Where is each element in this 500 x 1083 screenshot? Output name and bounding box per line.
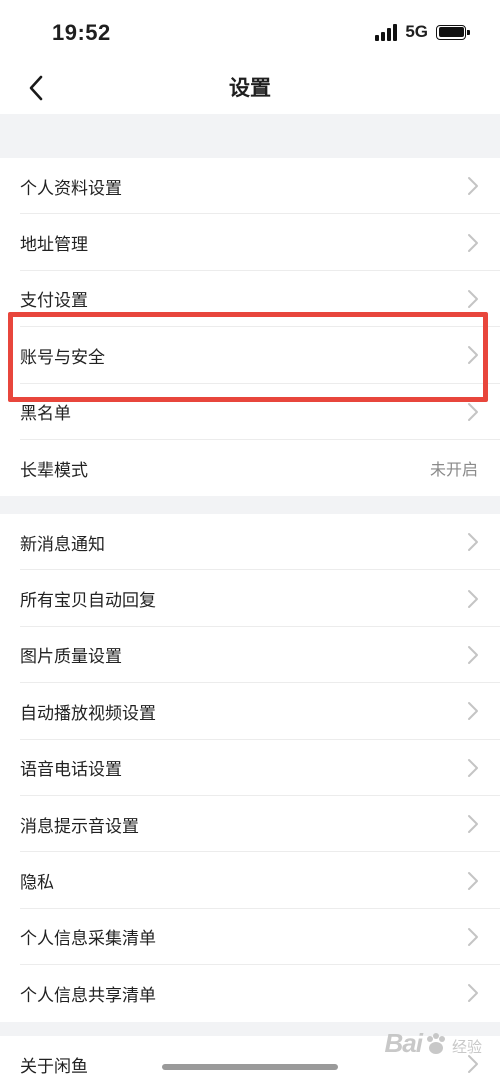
settings-row-label: 消息提示音设置 [20, 816, 139, 837]
chevron-right-icon [468, 177, 478, 196]
network-type: 5G [405, 22, 428, 41]
chevron-right-icon [468, 984, 478, 1003]
settings-row[interactable]: 隐私 [0, 852, 500, 909]
settings-row-label: 地址管理 [20, 235, 88, 256]
chevron-right-icon [468, 927, 478, 946]
settings-row[interactable]: 自动播放视频设置 [0, 683, 500, 740]
status-bar: 19:52 5G [0, 0, 500, 62]
baidu-watermark: Bai 经验 [385, 1028, 482, 1059]
home-indicator[interactable] [162, 1064, 338, 1070]
chevron-right-icon [468, 702, 478, 721]
chevron-right-icon [468, 402, 478, 421]
chevron-right-icon [468, 589, 478, 608]
settings-row-label: 隐私 [20, 873, 54, 894]
settings-row-label: 个人信息采集清单 [20, 929, 156, 950]
signal-icon [375, 23, 398, 41]
settings-row[interactable]: 账号与安全 [0, 327, 500, 384]
settings-row-label: 长辈模式 [20, 460, 88, 481]
settings-row-label: 语音电话设置 [20, 760, 122, 781]
chevron-right-icon [468, 815, 478, 834]
settings-group-account: 个人资料设置 地址管理支付设置账号与安全黑名单长辈模式 未开启 [0, 158, 500, 497]
chevron-right-icon [468, 346, 478, 365]
settings-row-label: 自动播放视频设置 [20, 703, 156, 724]
settings-row[interactable]: 新消息通知 [0, 514, 500, 571]
settings-row[interactable]: 语音电话设置 [0, 740, 500, 796]
status-time: 19:52 [52, 20, 111, 45]
nav-bar: 设置 [0, 62, 500, 114]
chevron-right-icon [468, 289, 478, 308]
settings-row[interactable]: 黑名单 [0, 384, 500, 440]
settings-row[interactable]: 个人资料设置 [0, 158, 500, 215]
settings-row[interactable]: 支付设置 [0, 271, 500, 328]
settings-row[interactable]: 所有宝贝自动回复 [0, 570, 500, 627]
settings-row-label: 所有宝贝自动回复 [20, 591, 156, 612]
chevron-right-icon [468, 533, 478, 552]
settings-row-label: 账号与安全 [20, 347, 105, 368]
settings-row-label: 个人信息共享清单 [20, 985, 156, 1006]
watermark-sub: 经验 [451, 1038, 482, 1056]
page-title: 设置 [229, 76, 271, 100]
settings-row[interactable]: 个人信息共享清单 [0, 965, 500, 1021]
settings-row-label: 图片质量设置 [20, 647, 122, 668]
settings-row-label: 个人资料设置 [20, 178, 122, 199]
settings-row-value: 未开启 [429, 460, 478, 480]
battery-icon [436, 24, 470, 40]
chevron-right-icon [468, 871, 478, 890]
chevron-right-icon [468, 645, 478, 664]
settings-row-label: 关于闲鱼 [20, 1056, 88, 1077]
paw-icon [426, 1032, 445, 1054]
watermark-text: Bai [384, 1028, 423, 1058]
status-indicators: 5G [375, 22, 470, 42]
chevron-right-icon [468, 233, 478, 252]
settings-row[interactable]: 图片质量设置 [0, 627, 500, 684]
settings-screen: 19:52 5G 设置 个人资料设置 地址管理支付设置账号与安全黑名单长辈模式 未开… [0, 0, 500, 1083]
settings-row[interactable]: 地址管理 [0, 214, 500, 271]
settings-row[interactable]: 个人信息采集清单 [0, 909, 500, 966]
settings-row-label: 支付设置 [20, 291, 88, 312]
settings-row[interactable]: 消息提示音设置 [0, 796, 500, 853]
settings-row-label: 黑名单 [20, 404, 71, 425]
settings-row[interactable]: 长辈模式 未开启 [0, 440, 500, 496]
chevron-right-icon [468, 758, 478, 777]
settings-group-general: 新消息通知所有宝贝自动回复 图片质量设置自动播放视频设置 语音电话设置 消息提示音设置… [0, 514, 500, 1022]
settings-row-label: 新消息通知 [20, 534, 105, 555]
